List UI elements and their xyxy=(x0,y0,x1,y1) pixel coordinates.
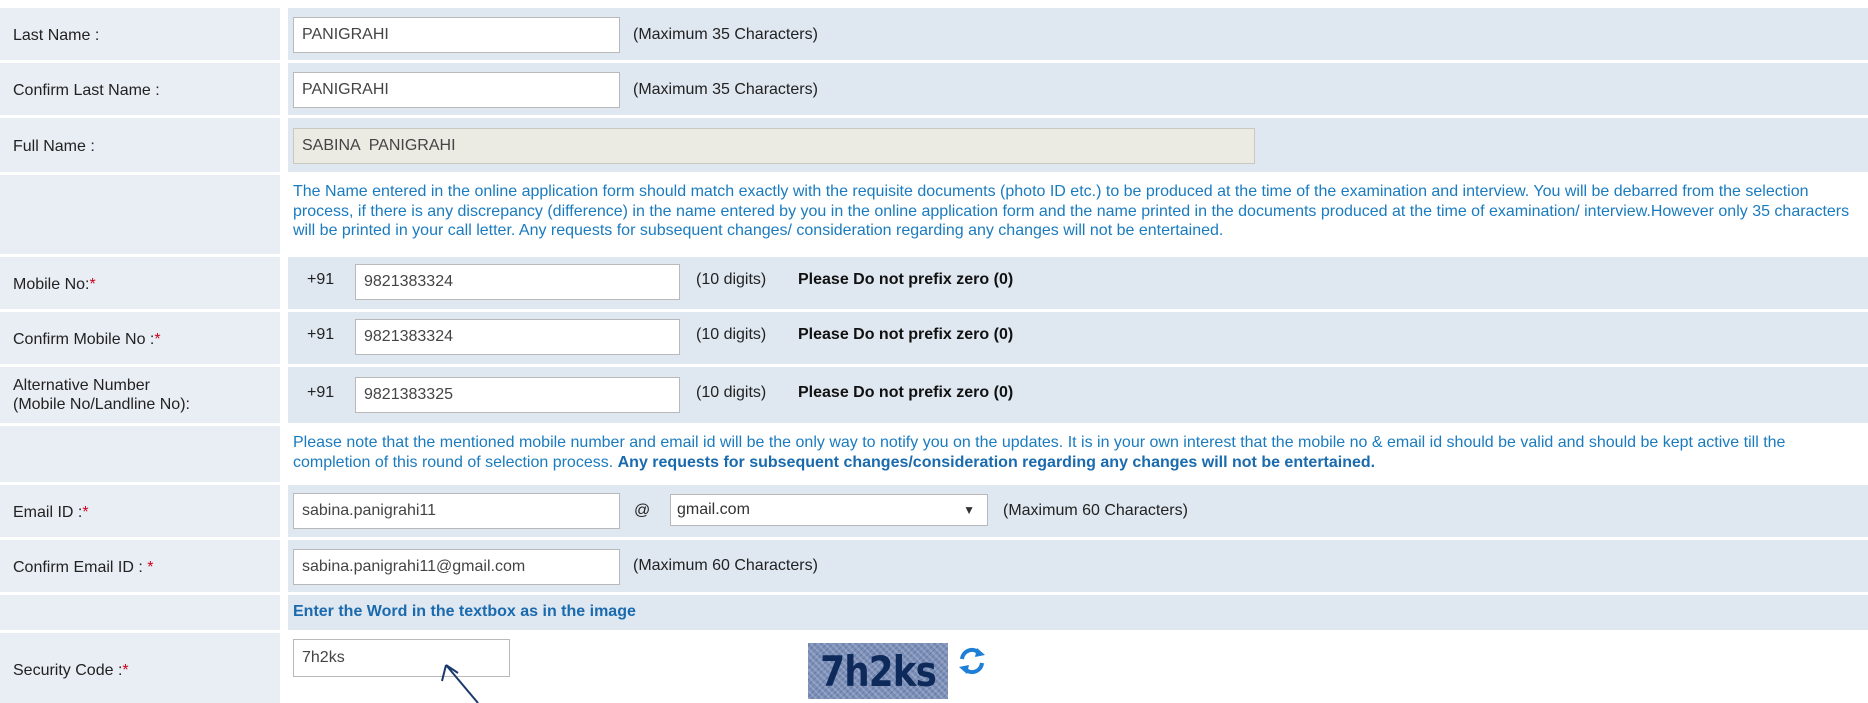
captcha-instruction-row: Enter the Word in the textbox as in the … xyxy=(0,595,1868,630)
security-code-row: Security Code :* 7h2ks xyxy=(0,633,1868,703)
zero-prefix-warning: Please Do not prefix zero (0) xyxy=(798,326,1014,343)
digits-hint: (10 digits) xyxy=(696,384,767,401)
confirm-email-hint: (Maximum 60 Characters) xyxy=(633,557,818,574)
full-name-input xyxy=(293,128,1255,164)
security-code-label: Security Code :* xyxy=(13,662,129,679)
name-notice-text: The Name entered in the online applicati… xyxy=(293,183,1850,239)
mobile-label: Mobile No:* xyxy=(13,276,96,293)
captcha-instruction: Enter the Word in the textbox as in the … xyxy=(293,603,636,620)
confirm-last-name-row: Confirm Last Name : (Maximum 35 Characte… xyxy=(0,63,1868,115)
email-row: Email ID :* @ gmail.com ▼ (Maximum 60 Ch… xyxy=(0,485,1868,537)
at-sign: @ xyxy=(634,502,651,519)
mobile-input[interactable] xyxy=(355,264,680,300)
confirm-email-label: Confirm Email ID : * xyxy=(13,559,154,576)
full-name-label: Full Name : xyxy=(13,138,95,155)
alt-number-row: Alternative Number (Mobile No/Landline N… xyxy=(0,367,1868,423)
required-marker: * xyxy=(89,276,96,293)
mobile-row: Mobile No:* +91 (10 digits) Please Do no… xyxy=(0,257,1868,309)
contact-notice-row: Please note that the mentioned mobile nu… xyxy=(0,426,1868,482)
full-name-row: Full Name : xyxy=(0,118,1868,172)
required-marker: * xyxy=(147,559,154,576)
confirm-email-input[interactable] xyxy=(293,549,620,585)
chevron-down-icon: ▼ xyxy=(963,503,975,517)
country-code: +91 xyxy=(307,384,335,401)
arrow-cursor-icon xyxy=(441,664,479,703)
confirm-last-name-hint: (Maximum 35 Characters) xyxy=(633,81,818,98)
confirm-last-name-input[interactable] xyxy=(293,72,620,108)
email-label: Email ID :* xyxy=(13,504,89,521)
last-name-row: Last Name : (Maximum 35 Characters) xyxy=(0,8,1868,60)
confirm-mobile-label: Confirm Mobile No :* xyxy=(13,331,161,348)
confirm-last-name-label: Confirm Last Name : xyxy=(13,82,160,99)
contact-notice-text: Please note that the mentioned mobile nu… xyxy=(293,434,1786,471)
captcha-image: 7h2ks xyxy=(808,643,948,699)
contact-notice-bold: Any requests for subsequent changes/cons… xyxy=(617,453,1376,471)
alt-number-label: Alternative Number (Mobile No/Landline N… xyxy=(13,377,190,413)
alt-number-input[interactable] xyxy=(355,377,680,413)
last-name-hint: (Maximum 35 Characters) xyxy=(633,26,818,43)
email-domain-select[interactable]: gmail.com ▼ xyxy=(670,494,988,526)
email-hint: (Maximum 60 Characters) xyxy=(1003,502,1188,519)
confirm-mobile-row: Confirm Mobile No :* +91 (10 digits) Ple… xyxy=(0,312,1868,364)
digits-hint: (10 digits) xyxy=(696,271,767,288)
zero-prefix-warning: Please Do not prefix zero (0) xyxy=(798,384,1014,401)
country-code: +91 xyxy=(307,271,335,288)
required-marker: * xyxy=(82,504,89,521)
confirm-email-row: Confirm Email ID : * (Maximum 60 Charact… xyxy=(0,540,1868,592)
refresh-icon[interactable] xyxy=(956,645,988,677)
last-name-input[interactable] xyxy=(293,17,620,53)
digits-hint: (10 digits) xyxy=(696,326,767,343)
required-marker: * xyxy=(122,662,129,679)
zero-prefix-warning: Please Do not prefix zero (0) xyxy=(798,271,1014,288)
name-notice-row: The Name entered in the online applicati… xyxy=(0,175,1868,254)
last-name-label: Last Name : xyxy=(13,27,100,44)
required-marker: * xyxy=(154,331,161,348)
email-input[interactable] xyxy=(293,493,620,529)
confirm-mobile-input[interactable] xyxy=(355,319,680,355)
country-code: +91 xyxy=(307,326,335,343)
